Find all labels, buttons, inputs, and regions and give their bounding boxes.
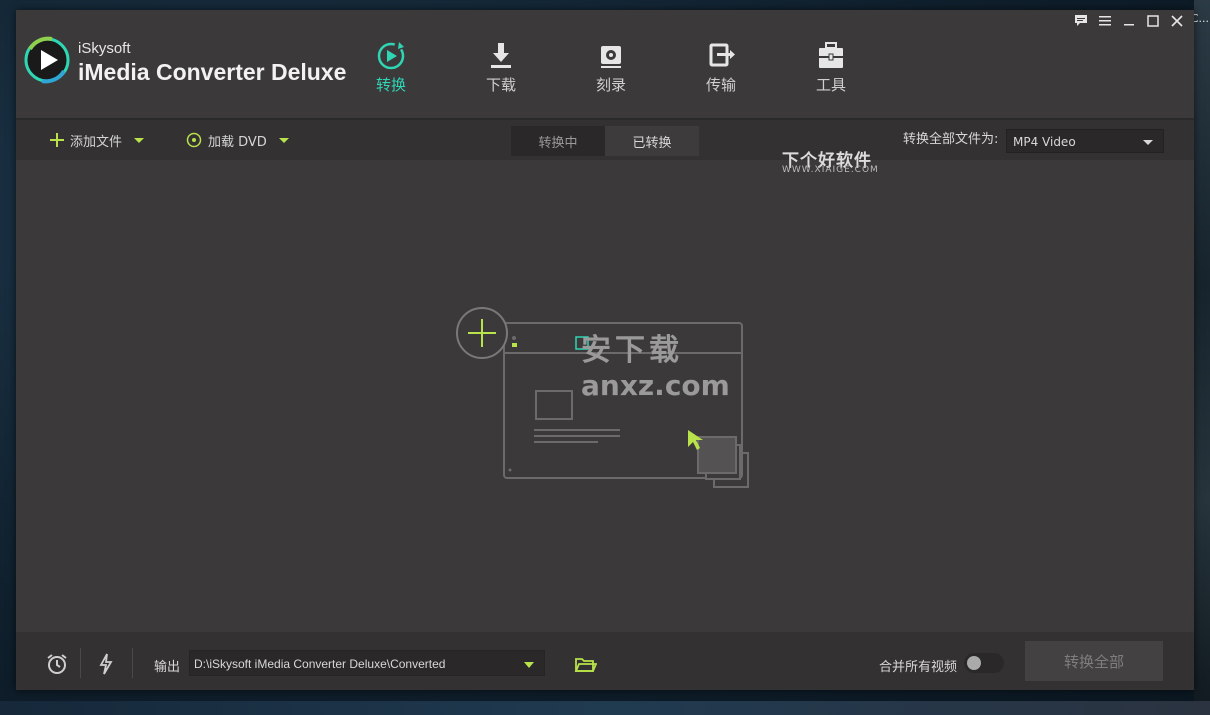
bottom-divider — [80, 648, 81, 678]
download-icon — [491, 43, 511, 68]
convert-all-to-label: 转换全部文件为: — [903, 132, 999, 147]
tab-download[interactable]: 下载 — [446, 10, 556, 118]
bottom-bar: 输出 D:\iSkysoft iMedia Converter Deluxe\C… — [16, 632, 1194, 690]
chevron-down-icon — [524, 662, 534, 668]
tab-convert[interactable]: 转换 — [336, 10, 446, 120]
convert-icon — [377, 42, 405, 70]
folder-icon[interactable] — [573, 652, 597, 676]
maximize-button[interactable] — [1144, 12, 1162, 30]
minimize-button[interactable] — [1120, 12, 1138, 30]
window-controls — [1072, 12, 1186, 30]
app-window: iSkysoft iMedia Converter Deluxe 转换 下载 刻… — [16, 10, 1194, 690]
anxz-watermark-cn: 安下载 — [581, 333, 683, 368]
tab-burn-label: 刻录 — [595, 76, 626, 94]
minimize-icon — [1124, 24, 1134, 26]
header: iSkysoft iMedia Converter Deluxe 转换 下载 刻… — [16, 10, 1194, 120]
tab-toolbox[interactable]: 工具 — [776, 10, 886, 118]
add-files-dropdown-icon[interactable] — [134, 137, 145, 143]
tab-transfer[interactable]: 传输 — [666, 10, 776, 118]
brand-small: iSkysoft — [78, 40, 131, 57]
merge-all-label: 合并所有视频 — [879, 660, 958, 675]
tab-burn[interactable]: 刻录 — [556, 10, 666, 118]
tab-convert-label: 转换 — [375, 76, 406, 94]
feedback-button[interactable] — [1072, 12, 1090, 30]
menu-icon — [1099, 16, 1111, 26]
tab-transfer-label: 传输 — [705, 76, 736, 94]
maximize-icon — [1147, 15, 1159, 27]
desktop-bottom-edge — [0, 701, 1210, 715]
alarm-clock-icon[interactable] — [45, 652, 69, 676]
drop-area[interactable]: 安下载 anxz.com — [16, 160, 1194, 630]
close-icon — [1171, 15, 1183, 27]
plus-icon — [50, 133, 64, 147]
transfer-icon — [709, 43, 735, 67]
status-segment: 转换中 已转换 — [511, 126, 699, 156]
add-files-button[interactable]: 添加文件 — [50, 120, 145, 160]
chat-icon — [1075, 15, 1087, 26]
tab-download-label: 下载 — [485, 76, 516, 94]
output-label: 输出 — [154, 660, 181, 675]
add-files-label: 添加文件 — [70, 134, 123, 150]
convert-all-button[interactable]: 转换全部 — [1025, 641, 1163, 681]
anxz-watermark: 安下载 anxz.com — [581, 325, 730, 402]
toolbox-icon — [819, 42, 843, 68]
close-button[interactable] — [1168, 12, 1186, 30]
toolbar: 添加文件 加载 DVD 转换中 已转换 转换全部文件为: MP4 Video — [16, 120, 1194, 160]
main-nav: 转换 下载 刻录 传输 工具 — [336, 10, 886, 120]
desktop-right-edge: C... — [1191, 0, 1210, 715]
output-format-value: MP4 Video — [1013, 135, 1076, 149]
toggle-knob — [967, 656, 981, 670]
menu-button[interactable] — [1096, 12, 1114, 30]
site-watermark-url: WWW.XIAIGE.COM — [782, 165, 879, 175]
tab-toolbox-label: 工具 — [815, 76, 846, 94]
app-logo-icon — [24, 36, 70, 84]
burn-icon — [601, 46, 621, 68]
dvd-icon — [186, 132, 202, 148]
chevron-down-icon — [1143, 140, 1153, 145]
output-format-select[interactable]: MP4 Video — [1006, 129, 1164, 153]
output-path-select[interactable]: D:\iSkysoft iMedia Converter Deluxe\Conv… — [189, 650, 545, 676]
merge-all-toggle[interactable] — [964, 653, 1004, 673]
load-dvd-button[interactable]: 加载 DVD — [186, 120, 289, 160]
bottom-divider — [132, 648, 133, 678]
lightning-icon[interactable] — [94, 652, 118, 676]
tab-converting[interactable]: 转换中 — [511, 126, 605, 156]
app-title: iMedia Converter Deluxe — [78, 59, 347, 85]
output-path-value: D:\iSkysoft iMedia Converter Deluxe\Conv… — [194, 657, 446, 671]
load-dvd-label: 加载 DVD — [208, 134, 267, 150]
load-dvd-dropdown-icon[interactable] — [278, 137, 289, 143]
tab-converted[interactable]: 已转换 — [605, 126, 699, 156]
anxz-watermark-url: anxz.com — [581, 369, 730, 402]
